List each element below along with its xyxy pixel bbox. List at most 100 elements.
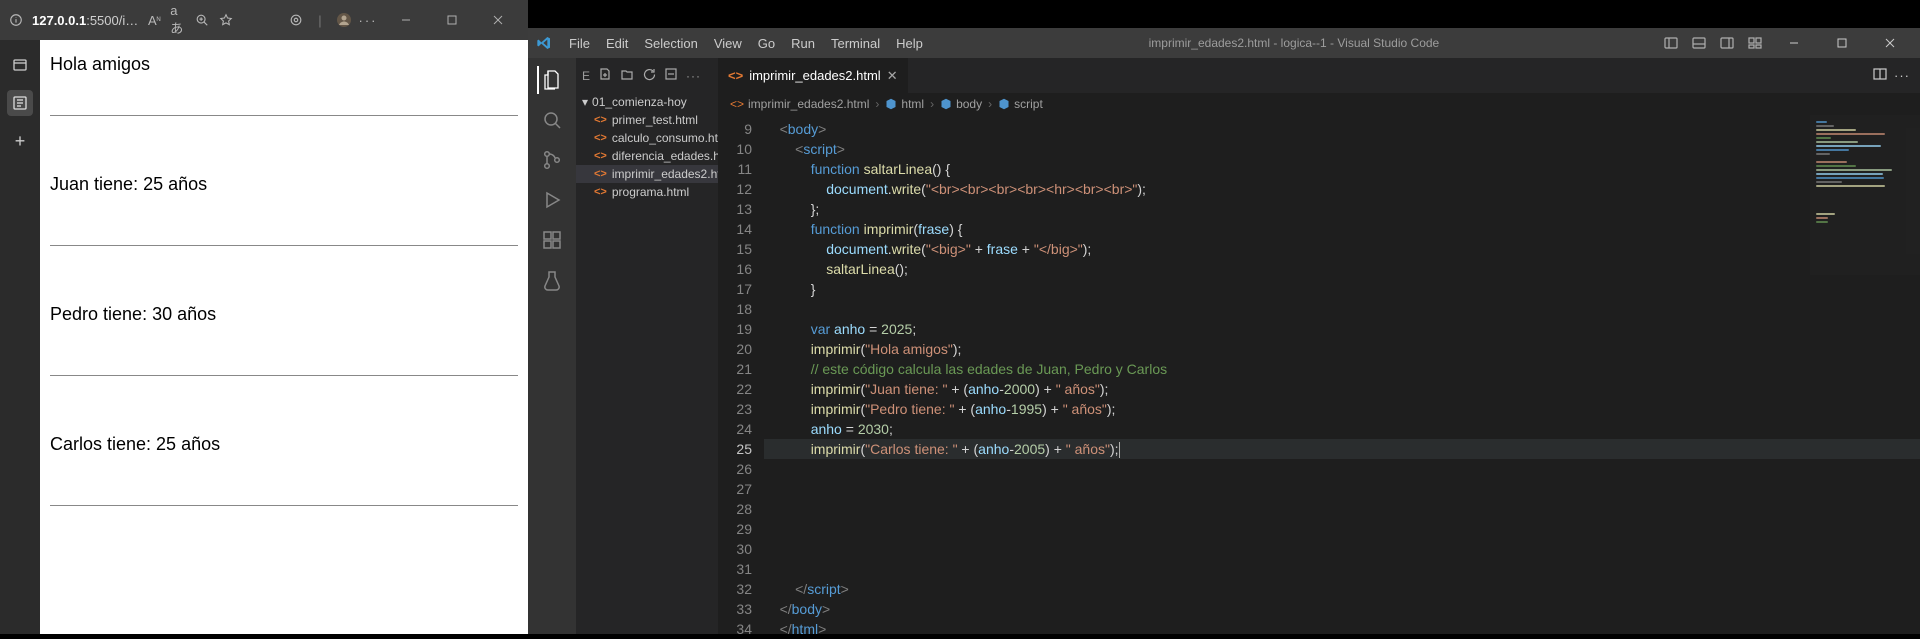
edge-address-bar: 127.0.0.1:5500/i… Aᴺ aあ | ··· (0, 0, 528, 40)
file-name: calculo_consumo.html (612, 131, 731, 145)
chevron-down-icon: ▾ (582, 95, 588, 109)
vscode-logo-icon (536, 35, 552, 51)
chevron-right-icon: › (875, 97, 879, 111)
breadcrumbs[interactable]: <> imprimir_edades2.html › html › body › scrip… (718, 93, 1920, 115)
explorer-activity-icon[interactable] (537, 66, 565, 94)
edge-browser: 127.0.0.1:5500/i… Aᴺ aあ | ··· (0, 0, 528, 634)
hr-separator (50, 505, 518, 506)
refresh-icon[interactable] (642, 67, 656, 84)
minimize-button[interactable] (384, 5, 428, 35)
folder-row[interactable]: ▾ 01_comienza-hoy (576, 93, 718, 111)
code-editor[interactable]: 9101112131415161718192021222324252627282… (718, 115, 1920, 634)
testing-activity-icon[interactable] (538, 266, 566, 294)
divider: | (312, 12, 328, 28)
html-file-icon: <> (594, 168, 607, 180)
menu-terminal[interactable]: Terminal (824, 32, 887, 55)
extensions-icon[interactable] (288, 12, 304, 28)
zoom-icon[interactable] (194, 12, 210, 28)
folder-name: 01_comienza-hoy (592, 95, 687, 109)
maximize-button[interactable] (430, 5, 474, 35)
file-name: programa.html (612, 185, 689, 199)
layout-buttons (1658, 32, 1768, 54)
menu-file[interactable]: File (562, 32, 597, 55)
toggle-primary-sidebar-icon[interactable] (1658, 32, 1684, 54)
editor-tab[interactable]: <> imprimir_edades2.html ✕ (718, 58, 909, 93)
breadcrumb-item[interactable]: <> imprimir_edades2.html (730, 97, 869, 111)
breadcrumb-item[interactable]: script (998, 97, 1043, 111)
tab-close-icon[interactable]: ✕ (887, 68, 898, 84)
menu-bar: FileEditSelectionViewGoRunTerminalHelp (562, 32, 930, 55)
new-folder-icon[interactable] (620, 67, 634, 84)
chevron-right-icon: › (930, 97, 934, 111)
url-rest: :5500/i… (86, 13, 138, 28)
favorite-icon[interactable] (218, 12, 234, 28)
window-title: imprimir_edades2.html - logica--1 - Visu… (934, 36, 1654, 50)
explorer-file[interactable]: <>calculo_consumo.html (576, 129, 718, 147)
search-activity-icon[interactable] (538, 106, 566, 134)
customize-layout-icon[interactable] (1742, 32, 1768, 54)
menu-run[interactable]: Run (784, 32, 822, 55)
menu-selection[interactable]: Selection (637, 32, 704, 55)
tab-actions-icon[interactable] (7, 52, 33, 78)
menu-go[interactable]: Go (751, 32, 782, 55)
breadcrumb-item[interactable]: body (940, 97, 982, 111)
vscode-titlebar: FileEditSelectionViewGoRunTerminalHelp i… (528, 28, 1920, 58)
window-buttons (384, 5, 520, 35)
new-tab-icon[interactable]: + (7, 128, 33, 154)
more-actions-icon[interactable]: ··· (686, 69, 701, 83)
explorer-file[interactable]: <>diferencia_edades.html (576, 147, 718, 165)
explorer-file[interactable]: <> primer_test.html (576, 111, 718, 129)
explorer-file[interactable]: <>imprimir_edades2.html (576, 165, 718, 183)
editor-tabs: <> imprimir_edades2.html ✕ ··· (718, 58, 1920, 93)
toggle-secondary-sidebar-icon[interactable] (1714, 32, 1740, 54)
current-tab-icon[interactable] (7, 90, 33, 116)
explorer-label: E (582, 69, 590, 83)
html-file-icon: <> (594, 114, 607, 126)
explorer-toolbar: E ··· (576, 58, 718, 93)
hr-separator (50, 115, 518, 116)
vs-maximize-button[interactable] (1820, 28, 1864, 58)
url-text[interactable]: 127.0.0.1:5500/i… (32, 13, 138, 28)
run-debug-activity-icon[interactable] (538, 186, 566, 214)
new-file-icon[interactable] (598, 67, 612, 84)
screen-gap (528, 0, 1920, 28)
menu-view[interactable]: View (707, 32, 749, 55)
source-control-activity-icon[interactable] (538, 146, 566, 174)
page-output-line: Pedro tiene: 30 años (50, 304, 518, 325)
html-file-icon: <> (594, 132, 607, 144)
vs-close-button[interactable] (1868, 28, 1912, 58)
vscode-window: FileEditSelectionViewGoRunTerminalHelp i… (528, 0, 1920, 634)
minimap[interactable] (1810, 115, 1920, 275)
file-name: imprimir_edades2.html (612, 167, 733, 181)
split-editor-icon[interactable] (1872, 66, 1888, 85)
toggle-panel-icon[interactable] (1686, 32, 1712, 54)
vs-minimize-button[interactable] (1772, 28, 1816, 58)
collapse-icon[interactable] (664, 67, 678, 84)
rendered-page: Hola amigos Juan tiene: 25 años Pedro tien… (40, 40, 528, 634)
code-content[interactable]: <body> <script> function saltarLinea() {… (764, 115, 1920, 634)
hr-separator (50, 245, 518, 246)
hr-separator (50, 375, 518, 376)
page-output-line: Hola amigos (50, 54, 518, 75)
reader-icon[interactable]: Aᴺ (146, 12, 162, 28)
breadcrumb-item[interactable]: html (885, 97, 924, 111)
tab-filename: imprimir_edades2.html (749, 68, 881, 83)
profile-icon[interactable] (336, 12, 352, 28)
tab-more-icon[interactable]: ··· (1894, 68, 1910, 83)
explorer-file[interactable]: <> programa.html (576, 183, 718, 201)
more-icon[interactable]: ··· (360, 12, 376, 28)
menu-help[interactable]: Help (889, 32, 930, 55)
chevron-right-icon: › (988, 97, 992, 111)
page-output-line: Carlos tiene: 25 años (50, 434, 518, 455)
html-file-icon: <> (594, 150, 607, 162)
page-output-line: Juan tiene: 25 años (50, 174, 518, 195)
translate-icon[interactable]: aあ (170, 12, 186, 28)
html-file-icon: <> (594, 186, 607, 198)
explorer-sidebar: E ··· ▾ 01_comienza-hoy <> primer_test.ht… (576, 58, 718, 634)
site-info-icon[interactable] (8, 12, 24, 28)
close-button[interactable] (476, 5, 520, 35)
menu-edit[interactable]: Edit (599, 32, 635, 55)
edge-vertical-tab-rail: + (0, 40, 40, 634)
extensions-activity-icon[interactable] (538, 226, 566, 254)
file-name: primer_test.html (612, 113, 698, 127)
